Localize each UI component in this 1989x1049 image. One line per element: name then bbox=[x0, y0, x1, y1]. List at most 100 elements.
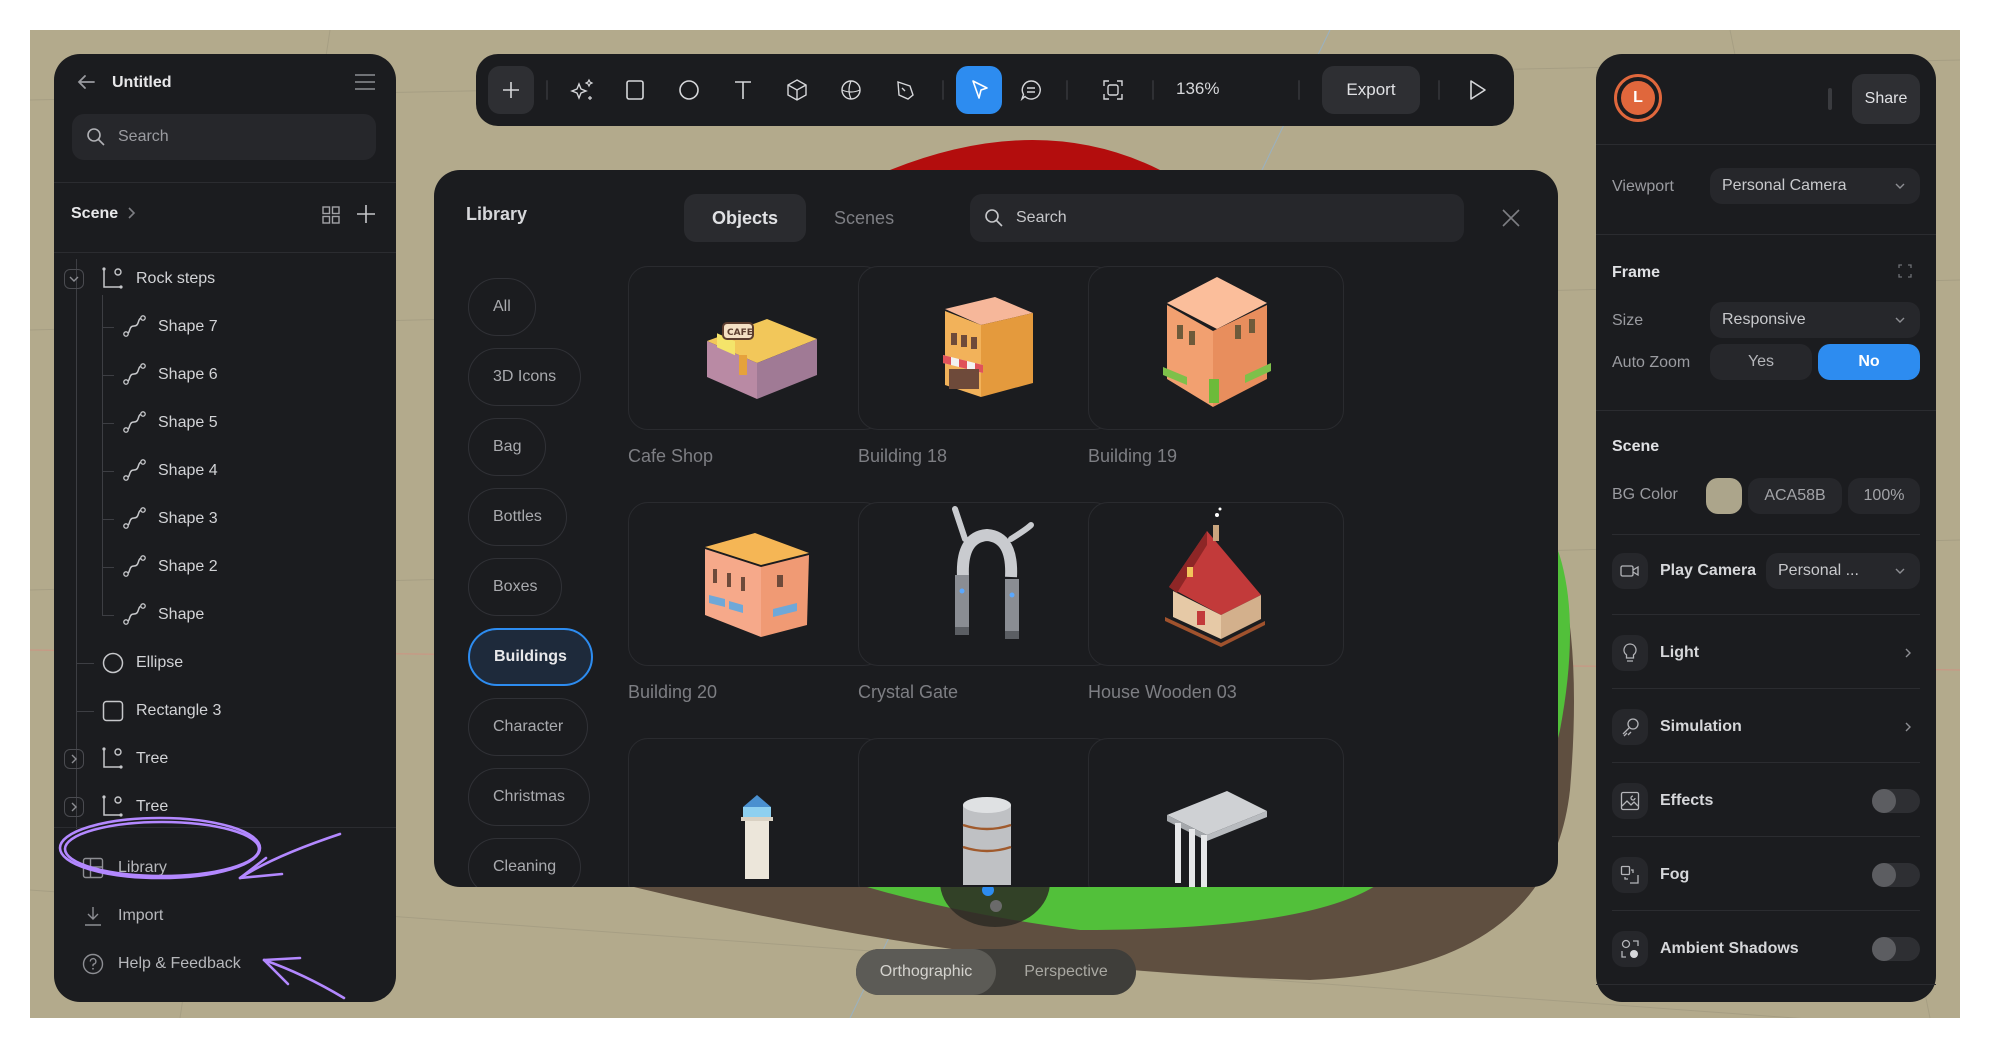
bulb-icon bbox=[1623, 643, 1637, 662]
chevron-right-icon[interactable] bbox=[1902, 646, 1914, 660]
lighthouse-thumbnail bbox=[741, 795, 773, 879]
layer-item[interactable]: Shape 6 bbox=[122, 355, 218, 395]
divider bbox=[54, 182, 396, 183]
effects-row[interactable]: Effects bbox=[1612, 778, 1920, 824]
perspective-option[interactable]: Perspective bbox=[996, 949, 1136, 995]
hamburger-menu-icon[interactable] bbox=[354, 72, 376, 92]
library-item-building-20[interactable] bbox=[628, 502, 884, 666]
chevron-right-icon[interactable] bbox=[126, 206, 136, 220]
tree-connector bbox=[102, 423, 114, 424]
path-shape-icon bbox=[123, 555, 146, 577]
play-button[interactable] bbox=[1454, 66, 1500, 114]
comment-tool[interactable] bbox=[1008, 66, 1054, 114]
layer-item[interactable]: Shape 5 bbox=[122, 403, 218, 443]
rectangle-tool[interactable] bbox=[612, 66, 658, 114]
tree-connector bbox=[102, 375, 114, 376]
layer-item[interactable]: Shape 7 bbox=[122, 307, 218, 347]
building-18-thumbnail bbox=[943, 297, 1033, 397]
user-avatar[interactable]: L bbox=[1614, 74, 1662, 122]
ai-generate-tool[interactable] bbox=[560, 66, 606, 114]
tab-scenes[interactable]: Scenes bbox=[806, 194, 922, 242]
share-button[interactable]: Share bbox=[1852, 74, 1920, 124]
document-title[interactable]: Untitled bbox=[112, 74, 172, 92]
row-icon-box bbox=[1612, 783, 1648, 819]
category-cleaning[interactable]: Cleaning bbox=[468, 838, 582, 887]
layer-item[interactable]: Shape 4 bbox=[122, 451, 218, 491]
layer-name: Shape 2 bbox=[158, 558, 218, 575]
viewport-select[interactable]: Personal Camera bbox=[1710, 168, 1920, 204]
simulation-row[interactable]: Simulation bbox=[1612, 704, 1920, 750]
layer-item[interactable]: Ellipse bbox=[100, 643, 183, 683]
category-character[interactable]: Character bbox=[468, 698, 589, 756]
library-item-house-wooden-03[interactable] bbox=[1088, 502, 1344, 666]
layer-item[interactable]: Shape 3 bbox=[122, 499, 218, 539]
play-camera-select[interactable]: Personal ... bbox=[1766, 553, 1920, 589]
zoom-level[interactable]: 136% bbox=[1176, 79, 1219, 99]
add-button[interactable] bbox=[488, 66, 534, 114]
expand-toggle[interactable] bbox=[64, 749, 84, 769]
ambient-shadows-toggle[interactable] bbox=[1872, 937, 1920, 961]
pen-tool[interactable] bbox=[882, 66, 928, 114]
library-item-building-19[interactable] bbox=[1088, 266, 1344, 430]
category-bag[interactable]: Bag bbox=[468, 418, 547, 476]
bg-opacity-input[interactable]: 100% bbox=[1848, 478, 1920, 514]
select-tool[interactable] bbox=[956, 66, 1002, 114]
layer-item[interactable]: Rectangle 3 bbox=[100, 691, 221, 731]
sphere-tool[interactable] bbox=[828, 66, 874, 114]
library-item-temple[interactable] bbox=[1088, 738, 1344, 887]
add-layer-icon[interactable] bbox=[356, 204, 376, 224]
text-tool[interactable] bbox=[720, 66, 766, 114]
library-item-cafe-shop[interactable]: CAFE bbox=[628, 266, 884, 430]
frame-section-title: Frame bbox=[1612, 264, 1661, 281]
ambient-shadows-row[interactable]: Ambient Shadows bbox=[1612, 926, 1920, 972]
ellipse-tool[interactable] bbox=[666, 66, 712, 114]
bg-color-swatch[interactable] bbox=[1706, 478, 1742, 514]
panel-header: Untitled bbox=[54, 54, 396, 116]
library-item-building-18[interactable] bbox=[858, 266, 1114, 430]
expand-icon[interactable] bbox=[1898, 264, 1912, 278]
category-buildings[interactable]: Buildings bbox=[468, 628, 593, 686]
back-arrow-icon[interactable] bbox=[74, 70, 98, 94]
size-label: Size bbox=[1612, 312, 1644, 329]
play-camera-row: Play Camera Personal ... bbox=[1612, 548, 1920, 594]
toggle-knob bbox=[1872, 789, 1896, 813]
viewport-label: Viewport bbox=[1612, 178, 1674, 195]
light-row[interactable]: Light bbox=[1612, 630, 1920, 676]
tree-connector bbox=[102, 567, 114, 568]
auto-zoom-no[interactable]: No bbox=[1818, 344, 1920, 380]
layer-item[interactable]: Tree bbox=[64, 739, 169, 779]
layer-name: Tree bbox=[136, 750, 169, 767]
play-camera-value: Personal ... bbox=[1778, 562, 1859, 579]
category-all[interactable]: All bbox=[468, 278, 536, 336]
category-3d-icons[interactable]: 3D Icons bbox=[468, 348, 582, 406]
grid-view-icon[interactable] bbox=[322, 206, 340, 224]
close-icon[interactable] bbox=[1499, 206, 1523, 230]
layer-item[interactable]: Rock steps bbox=[64, 259, 215, 299]
export-button[interactable]: Export bbox=[1322, 66, 1420, 114]
chevron-right-icon[interactable] bbox=[1902, 720, 1914, 734]
fog-row[interactable]: Fog bbox=[1612, 852, 1920, 898]
library-item-water-tower[interactable] bbox=[858, 738, 1114, 887]
search-icon bbox=[985, 209, 1003, 227]
library-search-input[interactable]: Search bbox=[970, 194, 1464, 242]
layer-item[interactable]: Shape 2 bbox=[122, 547, 218, 587]
category-christmas[interactable]: Christmas bbox=[468, 768, 591, 826]
collapse-toggle[interactable] bbox=[64, 269, 84, 289]
cube-tool[interactable] bbox=[774, 66, 820, 114]
library-item-crystal-gate[interactable] bbox=[858, 502, 1114, 666]
size-select[interactable]: Responsive bbox=[1710, 302, 1920, 338]
auto-zoom-yes[interactable]: Yes bbox=[1710, 344, 1812, 380]
scene-label[interactable]: Scene bbox=[71, 205, 118, 223]
tab-objects[interactable]: Objects bbox=[684, 194, 807, 242]
bg-color-hex-input[interactable]: ACA58B bbox=[1748, 478, 1842, 514]
layers-search-input[interactable]: Search bbox=[72, 114, 376, 160]
category-bottles[interactable]: Bottles bbox=[468, 488, 567, 546]
category-boxes[interactable]: Boxes bbox=[468, 558, 563, 616]
frame-tool[interactable] bbox=[1090, 66, 1136, 114]
effects-toggle[interactable] bbox=[1872, 789, 1920, 813]
fog-toggle[interactable] bbox=[1872, 863, 1920, 887]
layer-item[interactable]: Shape bbox=[122, 595, 204, 635]
orthographic-option[interactable]: Orthographic bbox=[856, 949, 996, 995]
library-item-lighthouse[interactable] bbox=[628, 738, 884, 887]
chevron-down-icon bbox=[1895, 317, 1905, 323]
